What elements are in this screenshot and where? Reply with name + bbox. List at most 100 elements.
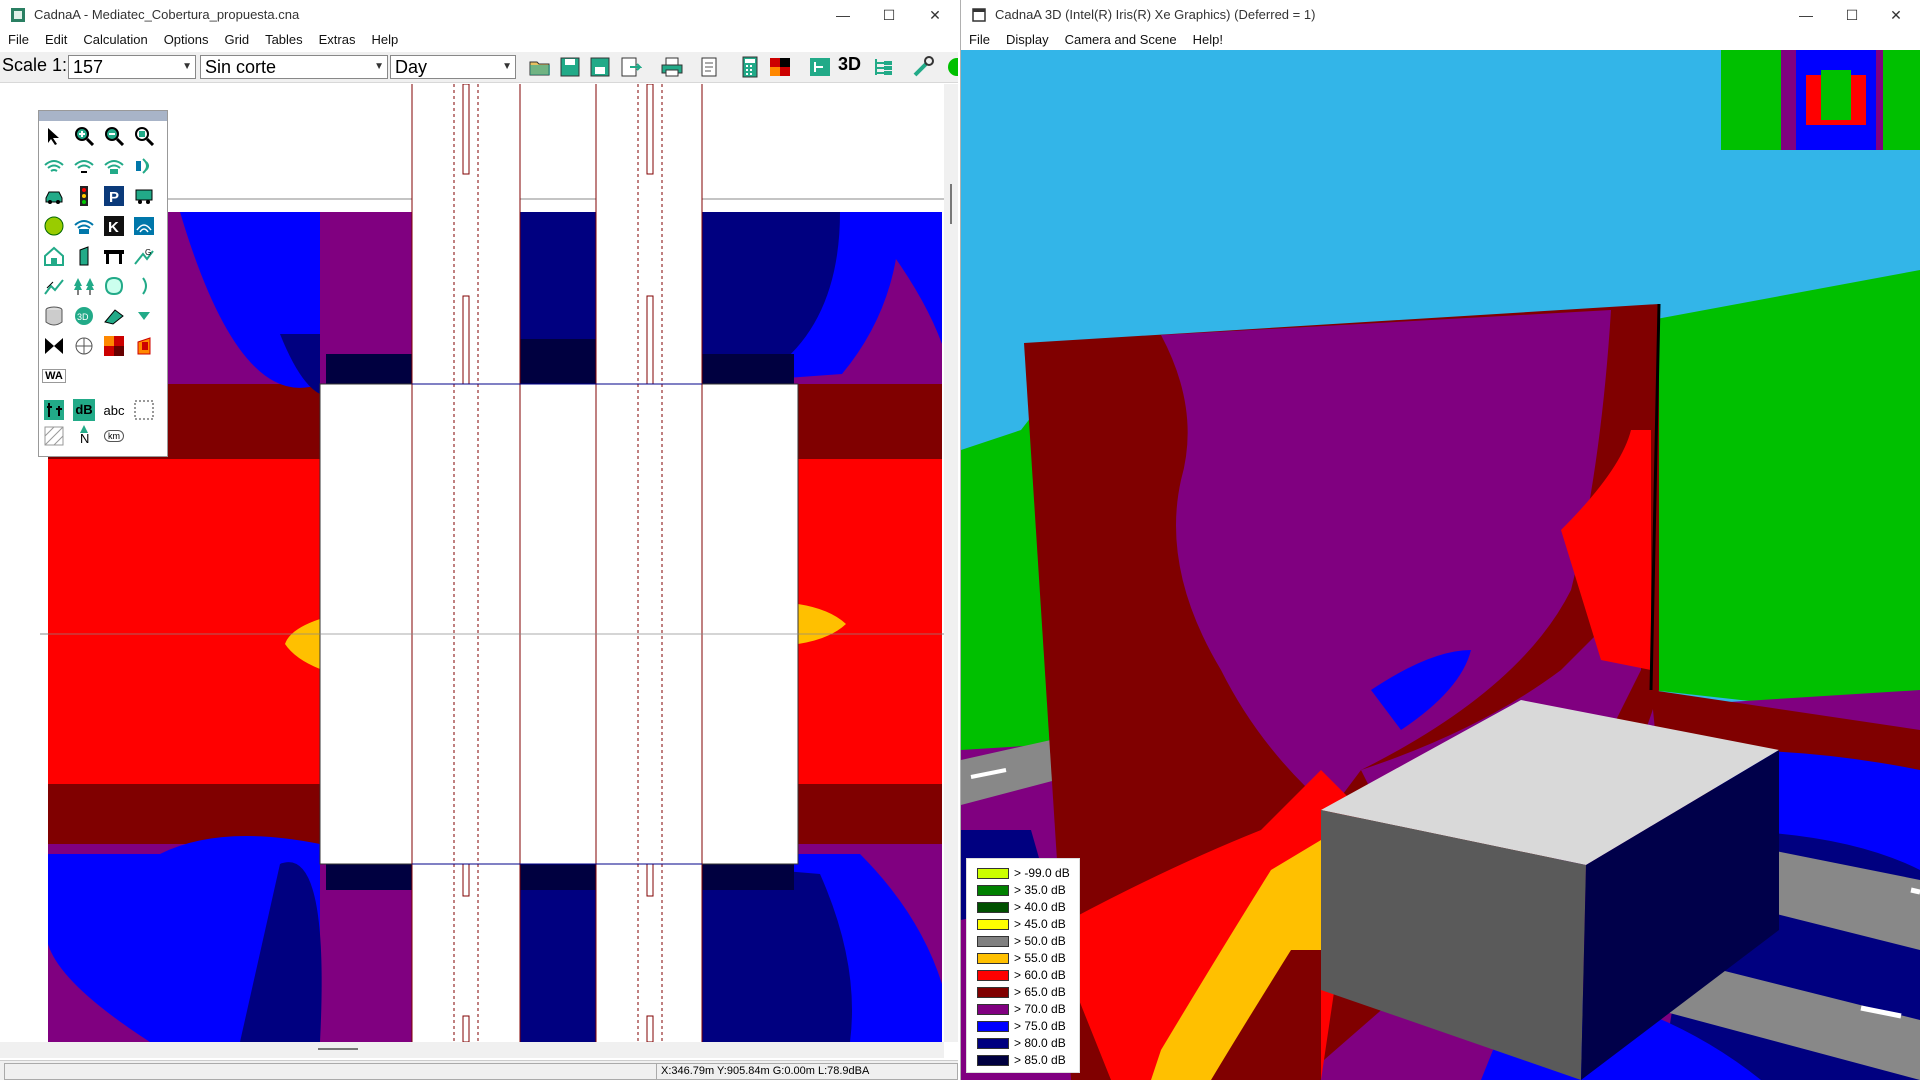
- pointer-icon[interactable]: [41, 123, 67, 149]
- legend-label: > 85.0 dB: [1014, 1053, 1066, 1067]
- grid-calc-icon[interactable]: [101, 333, 127, 359]
- menu-tables[interactable]: Tables: [257, 30, 311, 50]
- scale-bar-icon[interactable]: km: [101, 423, 127, 449]
- save-as-icon[interactable]: [588, 56, 612, 78]
- horizontal-scrollbar[interactable]: [0, 1042, 944, 1058]
- scroll-thumb[interactable]: [318, 1048, 358, 1050]
- close-button[interactable]: ✕: [1873, 0, 1919, 30]
- industrial-source-icon[interactable]: [71, 213, 97, 239]
- calculator-icon[interactable]: [738, 56, 762, 78]
- legend-label: > -99.0 dB: [1014, 866, 1070, 880]
- maximize-button[interactable]: ☐: [866, 0, 912, 30]
- open-folder-icon[interactable]: [528, 56, 552, 78]
- minimize-button[interactable]: —: [820, 0, 866, 30]
- barrier-icon[interactable]: [71, 243, 97, 269]
- select-rect-icon[interactable]: [131, 397, 157, 423]
- vertical-scrollbar[interactable]: [944, 84, 958, 1042]
- vertical-area-source-icon[interactable]: [131, 153, 157, 179]
- minimize-button[interactable]: —: [1783, 0, 1829, 30]
- hatch-icon[interactable]: [41, 423, 67, 449]
- page-setup-icon[interactable]: [698, 56, 722, 78]
- menu-extras[interactable]: Extras: [311, 30, 364, 50]
- traffic-light-icon[interactable]: [71, 183, 97, 209]
- area-source-icon[interactable]: [101, 153, 127, 179]
- 3d-object-icon[interactable]: 3D: [71, 303, 97, 329]
- close-button[interactable]: ✕: [912, 0, 958, 30]
- railway-icon[interactable]: [131, 183, 157, 209]
- bridge-icon[interactable]: [101, 243, 127, 269]
- menu-help[interactable]: Help!: [1185, 30, 1231, 50]
- svg-text:G: G: [145, 248, 151, 257]
- legend-swatch: [977, 1055, 1009, 1066]
- window-title: CadnaA - Mediatec_Cobertura_propuesta.cn…: [34, 7, 300, 22]
- zoom-fit-icon[interactable]: [131, 123, 157, 149]
- zoom-in-icon[interactable]: [71, 123, 97, 149]
- menu-display[interactable]: Display: [998, 30, 1057, 50]
- menu-calculation[interactable]: Calculation: [75, 30, 155, 50]
- period-value: Day: [395, 57, 428, 77]
- roof-icon[interactable]: [101, 303, 127, 329]
- menu-help[interactable]: Help: [363, 30, 406, 50]
- window-icon: [972, 8, 986, 22]
- facade-grid-icon[interactable]: [131, 333, 157, 359]
- zoom-out-icon[interactable]: [101, 123, 127, 149]
- legend-swatch: [977, 1004, 1009, 1015]
- maximize-button[interactable]: ☐: [1829, 0, 1875, 30]
- period-combo[interactable]: Day ▼: [390, 55, 516, 79]
- tools-icon[interactable]: [912, 56, 936, 78]
- compass-icon[interactable]: [71, 333, 97, 359]
- legend-swatch: [977, 1021, 1009, 1032]
- legend-row: > 60.0 dB: [973, 967, 1077, 984]
- k-object-icon[interactable]: K: [101, 213, 127, 239]
- receiver-icon[interactable]: [41, 213, 67, 239]
- scale-label: Scale 1:: [2, 55, 68, 75]
- cut-combo[interactable]: Sin corte ▼: [200, 55, 388, 79]
- scale-combo[interactable]: 157 ▼: [68, 55, 196, 79]
- menu-file[interactable]: File: [0, 30, 37, 50]
- road-car-icon[interactable]: [41, 183, 67, 209]
- status-bar: X:346.79m Y:905.84m G:0.00m L:78.9dBA: [0, 1060, 958, 1080]
- svg-text:K: K: [108, 219, 119, 236]
- 3d-viewport[interactable]: [961, 50, 1920, 1080]
- object-tree-icon[interactable]: [808, 56, 832, 78]
- wa-button[interactable]: WA: [41, 363, 67, 389]
- db-icon[interactable]: dB: [71, 397, 97, 423]
- menu-edit[interactable]: Edit: [37, 30, 75, 50]
- built-up-area-icon[interactable]: [101, 273, 127, 299]
- menu-grid[interactable]: Grid: [217, 30, 258, 50]
- forest-icon[interactable]: [71, 273, 97, 299]
- bowtie-icon[interactable]: [41, 333, 67, 359]
- menu-camera-and-scene[interactable]: Camera and Scene: [1057, 30, 1185, 50]
- menu-options[interactable]: Options: [156, 30, 217, 50]
- run-indicator-icon[interactable]: [946, 56, 958, 78]
- palette-header[interactable]: [39, 111, 167, 121]
- print-icon[interactable]: [660, 56, 684, 78]
- legend-label: > 35.0 dB: [1014, 883, 1066, 897]
- ground-absorption-icon[interactable]: G: [131, 243, 157, 269]
- cylinder-icon[interactable]: [41, 303, 67, 329]
- building-icon[interactable]: [41, 243, 67, 269]
- chevron-down-icon: ▼: [502, 61, 512, 72]
- triangle-down-icon[interactable]: [131, 303, 157, 329]
- hierarchy-icon[interactable]: [872, 56, 896, 78]
- 3d-button[interactable]: 3D: [838, 54, 861, 75]
- point-source-icon[interactable]: [41, 153, 67, 179]
- abc-label: abc: [103, 402, 125, 418]
- north-arrow-icon[interactable]: N: [71, 423, 97, 449]
- noise-level-legend: > -99.0 dB > 35.0 dB > 40.0 dB > 45.0 dB…: [966, 858, 1080, 1073]
- save-icon[interactable]: [558, 56, 582, 78]
- text-icon[interactable]: abc: [101, 397, 127, 423]
- menu-bar: File Display Camera and Scene Help!: [961, 30, 1920, 50]
- scroll-thumb[interactable]: [950, 184, 952, 224]
- menu-file[interactable]: File: [961, 30, 998, 50]
- parking-icon[interactable]: P: [101, 183, 127, 209]
- tool-palette: P K G 3D WA dB abc N km: [38, 110, 168, 457]
- aircraft-noise-icon[interactable]: [131, 213, 157, 239]
- grid-map-icon[interactable]: [768, 56, 792, 78]
- line-source-icon[interactable]: [71, 153, 97, 179]
- cylinder-edge-icon[interactable]: [131, 273, 157, 299]
- contour-line-icon[interactable]: [41, 273, 67, 299]
- receiver-grid-icon[interactable]: [41, 397, 67, 423]
- svg-text:P: P: [109, 189, 119, 206]
- export-icon[interactable]: [618, 56, 642, 78]
